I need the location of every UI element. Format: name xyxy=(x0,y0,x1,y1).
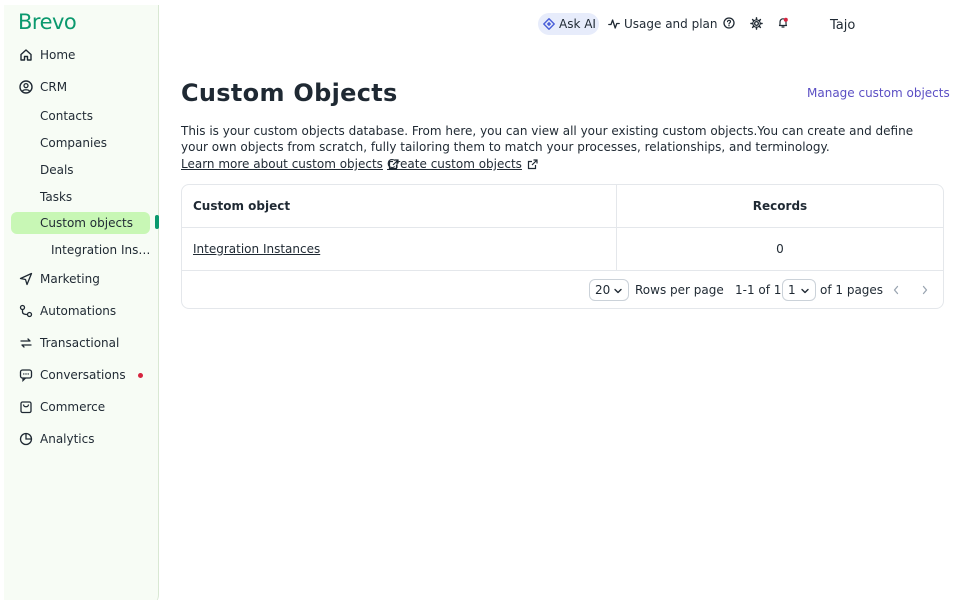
page-select-value: 1 xyxy=(788,283,796,297)
chat-icon xyxy=(18,367,34,383)
sidebar-item-conversations[interactable]: Conversations xyxy=(4,362,154,388)
ask-ai-button[interactable]: Ask AI xyxy=(538,13,599,35)
rows-per-page-select[interactable]: 20 xyxy=(589,279,629,301)
usage-and-plan-button[interactable]: Usage and plan xyxy=(608,13,718,35)
pages-total-label: of 1 pages xyxy=(820,283,884,297)
shopping-bag-icon xyxy=(18,399,34,415)
sidebar-subitem-label: Custom objects xyxy=(40,216,134,230)
custom-objects-table: Custom object Records Integration Instan… xyxy=(181,184,944,309)
learn-more-link[interactable]: Learn more about custom objects xyxy=(181,157,399,171)
create-custom-objects-link[interactable]: Create custom objects xyxy=(387,157,538,171)
sidebar-item-label: Conversations xyxy=(40,368,126,382)
active-indicator xyxy=(155,215,159,229)
sparkle-icon xyxy=(543,18,555,30)
activity-icon xyxy=(608,18,620,30)
previous-page-button[interactable] xyxy=(890,284,902,296)
home-icon xyxy=(18,47,34,63)
bell-icon[interactable] xyxy=(776,16,790,30)
sidebar-item-automations[interactable]: Automations xyxy=(4,298,154,324)
sidebar-item-marketing[interactable]: Marketing xyxy=(4,266,154,292)
sidebar-subitem-label: Integration Instances xyxy=(51,243,151,257)
create-custom-objects-label: Create custom objects xyxy=(387,157,522,171)
notification-dot xyxy=(138,372,143,378)
page-title: Custom Objects xyxy=(181,79,398,107)
rows-per-page-value: 20 xyxy=(595,283,611,297)
sidebar-item-label: Home xyxy=(40,48,76,62)
sidebar-item-label: Automations xyxy=(40,304,117,318)
column-header-custom-object[interactable]: Custom object xyxy=(193,199,290,213)
custom-object-name-link[interactable]: Integration Instances xyxy=(193,242,320,256)
chevron-down-icon xyxy=(613,285,623,299)
rows-per-page-label: Rows per page xyxy=(635,283,724,297)
sidebar-subitem-custom-objects[interactable]: Custom objects xyxy=(11,212,150,234)
pagination-range: 1-1 of 1 xyxy=(735,283,782,297)
table-row[interactable]: Integration Instances 0 xyxy=(182,228,943,271)
help-icon[interactable] xyxy=(722,16,736,30)
table-header-row: Custom object Records xyxy=(182,185,943,228)
automation-icon xyxy=(18,303,34,319)
chevron-down-icon xyxy=(800,285,810,299)
sidebar-subitem-contacts[interactable]: Contacts xyxy=(4,105,154,127)
sidebar: Brevo Home CRM Contacts Companies Deals … xyxy=(4,5,159,600)
brevo-logo[interactable]: Brevo xyxy=(18,10,77,34)
records-count: 0 xyxy=(776,242,784,256)
learn-more-label: Learn more about custom objects xyxy=(181,157,383,171)
chevron-right-icon xyxy=(922,285,928,295)
column-header-records[interactable]: Records xyxy=(617,199,943,213)
page-description: This is your custom objects database. Fr… xyxy=(181,124,914,154)
external-link-icon xyxy=(527,158,538,170)
user-name[interactable]: Tajo xyxy=(830,18,855,33)
sidebar-subitem-tasks[interactable]: Tasks xyxy=(4,186,154,208)
sidebar-subitem-integration-instances[interactable]: Integration Instances xyxy=(4,239,154,261)
sidebar-subitem-companies[interactable]: Companies xyxy=(4,132,154,154)
sidebar-item-crm[interactable]: CRM xyxy=(4,74,154,100)
sidebar-item-label: Analytics xyxy=(40,432,95,446)
page-select[interactable]: 1 xyxy=(782,279,816,301)
sidebar-item-commerce[interactable]: Commerce xyxy=(4,394,154,420)
chevron-left-icon xyxy=(893,285,899,295)
sidebar-item-home[interactable]: Home xyxy=(4,42,154,68)
sidebar-item-analytics[interactable]: Analytics xyxy=(4,426,154,452)
sidebar-subitem-label: Tasks xyxy=(40,190,73,204)
next-page-button[interactable] xyxy=(919,284,931,296)
sidebar-item-label: Transactional xyxy=(40,336,120,350)
sidebar-subitem-label: Companies xyxy=(40,136,107,150)
send-icon xyxy=(18,271,34,287)
pie-chart-icon xyxy=(18,431,34,447)
ask-ai-label: Ask AI xyxy=(559,17,596,31)
sidebar-subitem-label: Deals xyxy=(40,163,74,177)
settings-icon[interactable] xyxy=(749,16,763,30)
user-circle-icon xyxy=(18,79,34,95)
manage-custom-objects-link[interactable]: Manage custom objects xyxy=(807,86,950,100)
usage-and-plan-label: Usage and plan xyxy=(624,17,718,31)
sidebar-item-label: Marketing xyxy=(40,272,100,286)
repeat-icon xyxy=(18,335,34,351)
sidebar-subitem-deals[interactable]: Deals xyxy=(4,159,154,181)
column-divider xyxy=(616,185,617,271)
sidebar-subitem-label: Contacts xyxy=(40,109,93,123)
sidebar-item-label: CRM xyxy=(40,80,68,94)
sidebar-item-label: Commerce xyxy=(40,400,106,414)
sidebar-item-transactional[interactable]: Transactional xyxy=(4,330,154,356)
